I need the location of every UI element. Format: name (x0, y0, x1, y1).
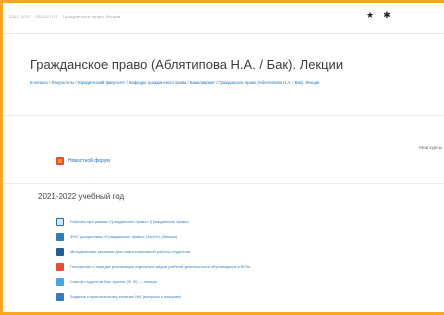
link-icon (56, 292, 64, 301)
news-forum-row[interactable]: Новостной форум (56, 157, 110, 165)
list-item[interactable]: Список студентов бак. группы (Ф. Ф) — ле… (56, 274, 444, 289)
page-title: Гражданское право (Аблятипова Н.А. / Бак… (30, 57, 344, 72)
resource-icon (56, 277, 64, 286)
star-icon[interactable]: ★ (365, 10, 375, 20)
list-item-label[interactable]: Методические указания для самостоятельно… (70, 249, 190, 254)
page-frame: 2021-2022 · 2021/07/17 · Гражданское пра… (0, 0, 444, 315)
my-courses-link[interactable]: Мои курсы (419, 145, 442, 150)
browser-tab-bar: 2021-2022 · 2021/07/17 · Гражданское пра… (3, 3, 444, 34)
section-title: 2021-2022 учебный год (38, 192, 125, 201)
list-item[interactable]: Методические указания для самостоятельно… (56, 244, 444, 259)
news-forum-link[interactable]: Новостной форум (68, 158, 110, 164)
list-item-label[interactable]: Список студентов бак. группы (Ф. Ф) — ле… (70, 279, 157, 284)
breadcrumb: В начало / Факультеты / Юридический факу… (30, 80, 320, 85)
breadcrumb-item-home[interactable]: В начало (30, 80, 48, 85)
assignment-icon (56, 247, 64, 256)
list-item[interactable]: Рабочая программа «Гражданское право» (Г… (56, 214, 444, 229)
list-item[interactable]: Задание к практическому занятию №1 (вопр… (56, 289, 444, 304)
breadcrumb-item-course[interactable]: Гражданское право (Аблятипова Н.А. / Бак… (219, 80, 320, 85)
list-item[interactable]: Положение о порядке реализации отдельных… (56, 259, 444, 274)
file-icon (56, 217, 64, 226)
browser-tab-text[interactable]: 2021-2022 · 2021/07/17 · Гражданское пра… (9, 14, 121, 19)
list-item-label[interactable]: Положение о порядке реализации отдельных… (70, 264, 250, 269)
list-item-label[interactable]: Рабочая программа «Гражданское право» (Г… (70, 219, 189, 224)
forum-icon (56, 157, 64, 165)
quiz-icon (56, 232, 64, 241)
divider (3, 115, 444, 116)
pdf-icon (56, 262, 64, 271)
breadcrumb-item-level[interactable]: Бакалавриат (190, 80, 215, 85)
list-item-label[interactable]: Задание к практическому занятию №1 (вопр… (70, 294, 181, 299)
list-item[interactable]: ФОС дисциплины «Гражданское право» (ЗачО… (56, 229, 444, 244)
activity-list: Рабочая программа «Гражданское право» (Г… (56, 214, 444, 304)
breadcrumb-item-faculties[interactable]: Факультеты (51, 80, 74, 85)
extensions-icon[interactable]: ✱ (382, 10, 392, 20)
breadcrumb-item-department[interactable]: Кафедра гражданского права (129, 80, 186, 85)
section-divider (3, 183, 444, 184)
list-item-label[interactable]: ФОС дисциплины «Гражданское право» (ЗачО… (70, 234, 177, 239)
breadcrumb-item-faculty[interactable]: Юридический факультет (78, 80, 126, 85)
